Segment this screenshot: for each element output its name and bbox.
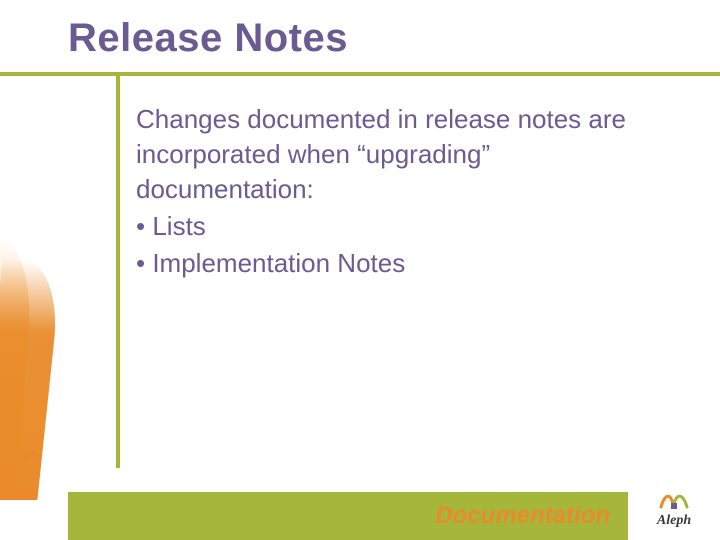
slide: Release Notes Changes documented in rele… (0, 0, 720, 540)
slide-title: Release Notes (68, 16, 348, 61)
logo-mark-icon (657, 489, 691, 511)
footer-label: Documentation (435, 502, 610, 530)
logo-text: Aleph (657, 513, 691, 529)
bullet-text: Implementation Notes (152, 248, 405, 278)
horizontal-rule (0, 72, 720, 76)
body-text: Changes documented in release notes are … (136, 102, 666, 281)
bullet-text: Lists (152, 211, 205, 241)
body-paragraph: Changes documented in release notes are … (136, 102, 666, 207)
vertical-rule (116, 72, 120, 468)
bullet-item: • Lists (136, 209, 666, 244)
bullet-item: • Implementation Notes (136, 246, 666, 281)
logo-container: Aleph (628, 478, 720, 540)
footer: Documentation Aleph (0, 486, 720, 540)
aleph-logo-icon: Aleph (657, 489, 691, 529)
decorative-ribbon-icon (0, 260, 63, 500)
